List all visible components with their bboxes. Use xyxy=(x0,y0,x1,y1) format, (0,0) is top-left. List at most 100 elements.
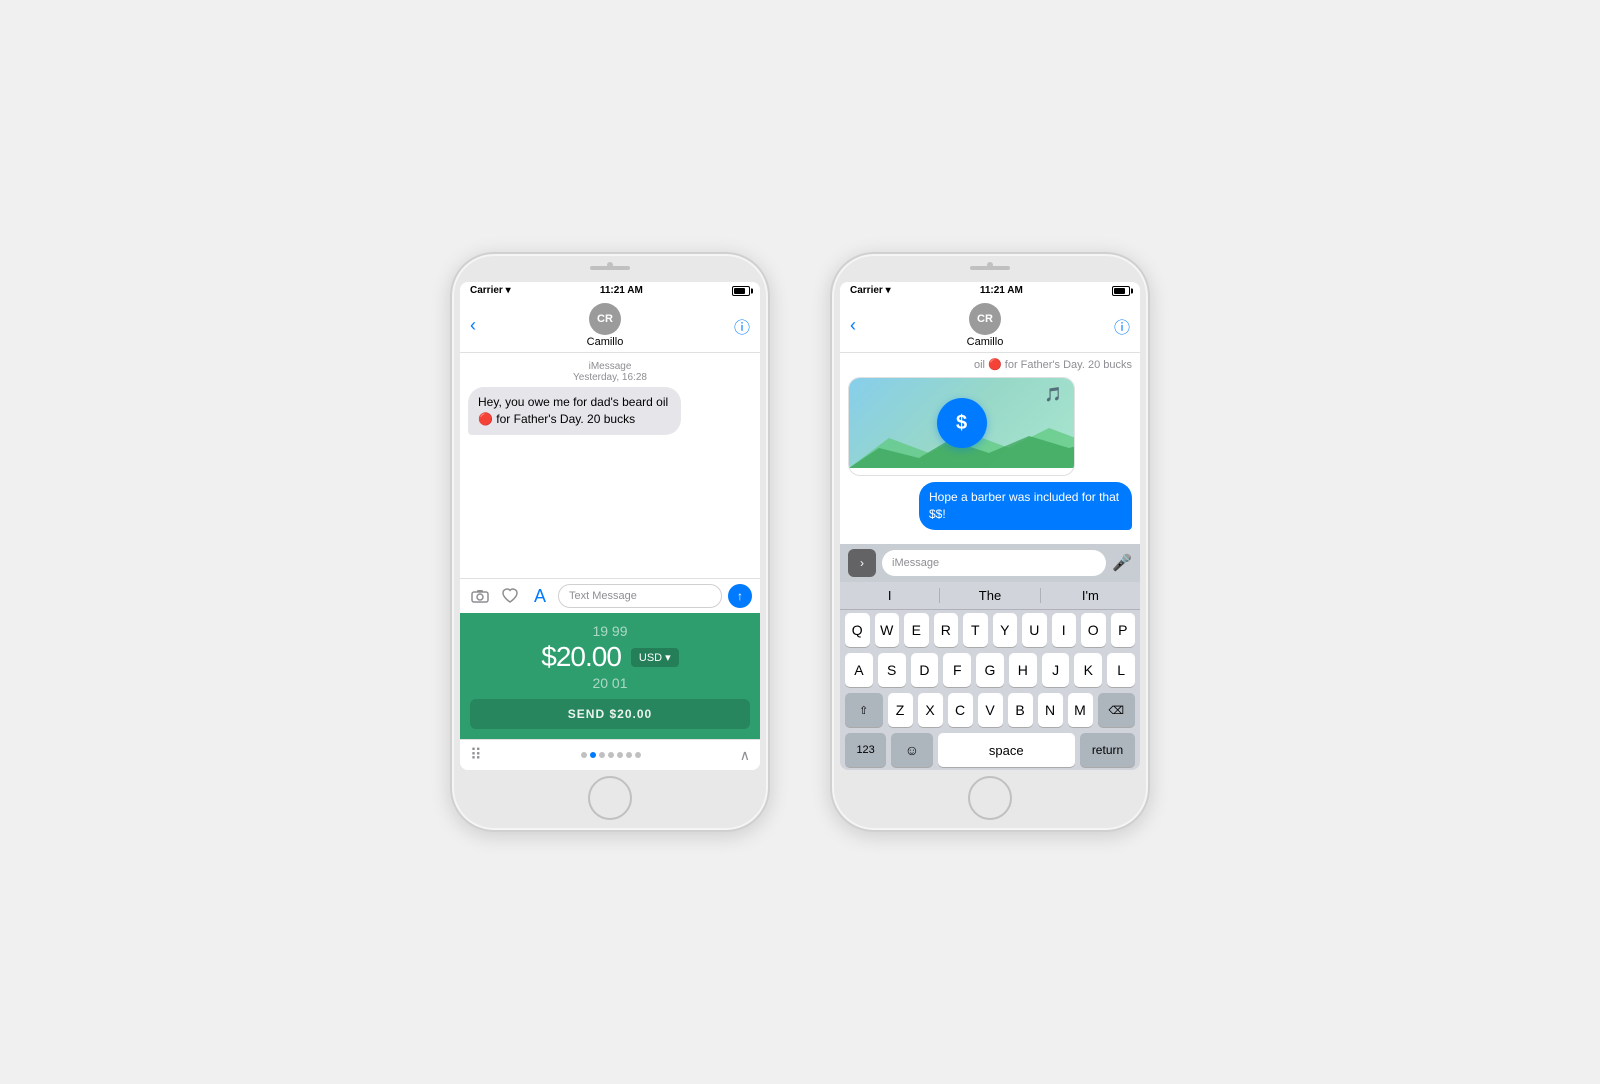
key-123[interactable]: 123 xyxy=(845,733,886,767)
battery-fill-2 xyxy=(1114,288,1125,294)
home-button-2[interactable] xyxy=(968,776,1012,820)
pay-card-image: 🎵 $ xyxy=(849,378,1074,468)
suggestion-i[interactable]: I xyxy=(840,588,940,603)
key-q[interactable]: Q xyxy=(845,613,870,647)
status-bar-2: Carrier ▾ 11:21 AM xyxy=(840,282,1140,299)
message-area-2: oil 🔴 for Father's Day. 20 bucks 🎵 $ xyxy=(840,353,1140,544)
key-t[interactable]: T xyxy=(963,613,988,647)
key-s[interactable]: S xyxy=(878,653,906,687)
input-bar-1: A Text Message ↑ xyxy=(460,578,760,613)
key-row-3: ⇧ Z X C V B N M ⌫ xyxy=(840,690,1140,730)
key-b[interactable]: B xyxy=(1008,693,1033,727)
keyboard-2: Q W E R T Y U I O P A S D F G H J K L xyxy=(840,610,1140,770)
partial-message: oil 🔴 for Father's Day. 20 bucks xyxy=(974,359,1132,371)
key-row-4: 123 ☺ space return xyxy=(840,730,1140,770)
key-w[interactable]: W xyxy=(875,613,900,647)
key-r[interactable]: R xyxy=(934,613,959,647)
received-message-1: Hey, you owe me for dad's beard oil 🔴 fo… xyxy=(468,387,681,435)
nav-bar-2: ‹ CR Camillo ⓘ xyxy=(840,299,1140,353)
battery-icon-1 xyxy=(732,286,750,296)
time-1: 11:21 AM xyxy=(600,285,643,296)
battery-icon-2 xyxy=(1112,286,1130,296)
text-input-1[interactable]: Text Message xyxy=(558,584,722,608)
pay-amount-value: $20.00 xyxy=(541,641,621,673)
back-button-2[interactable]: ‹ xyxy=(850,315,856,336)
chevron-button-2[interactable]: › xyxy=(848,549,876,577)
dot-1 xyxy=(581,752,587,758)
time-2: 11:21 AM xyxy=(980,285,1023,296)
dot-4 xyxy=(608,752,614,758)
nav-center-2: CR Camillo xyxy=(967,303,1004,348)
app-switcher-bar-1: ⠿ ∧ xyxy=(460,739,760,770)
key-z[interactable]: Z xyxy=(888,693,913,727)
mic-icon-2[interactable]: 🎤 xyxy=(1112,553,1132,573)
phone-top-dot xyxy=(607,262,613,268)
keyboard-suggestions: I The I'm xyxy=(840,582,1140,610)
expand-icon[interactable]: ∧ xyxy=(740,747,750,764)
phone-2-top-dot xyxy=(987,262,993,268)
heart-icon-1[interactable] xyxy=(498,584,522,608)
suggestion-the[interactable]: The xyxy=(940,588,1040,603)
key-h[interactable]: H xyxy=(1009,653,1037,687)
dot-7 xyxy=(635,752,641,758)
key-m[interactable]: M xyxy=(1068,693,1093,727)
key-a[interactable]: A xyxy=(845,653,873,687)
info-button-1[interactable]: ⓘ xyxy=(734,314,750,338)
status-bar-1: Carrier ▾ 11:21 AM xyxy=(460,282,760,299)
key-l[interactable]: L xyxy=(1107,653,1135,687)
key-c[interactable]: C xyxy=(948,693,973,727)
home-button-1[interactable] xyxy=(588,776,632,820)
contact-avatar-2: CR xyxy=(969,303,1001,335)
carrier-2: Carrier ▾ xyxy=(850,285,891,296)
key-i[interactable]: I xyxy=(1052,613,1077,647)
camera-icon-1[interactable] xyxy=(468,584,492,608)
key-row-2: A S D F G H J K L xyxy=(840,650,1140,690)
nav-center-1: CR Camillo xyxy=(587,303,624,348)
pay-card-title: Here's $20.00! Tap to pickup. xyxy=(859,474,1064,476)
dot-3 xyxy=(599,752,605,758)
back-button-1[interactable]: ‹ xyxy=(470,315,476,336)
pay-send-button[interactable]: SEND $20.00 xyxy=(470,699,750,729)
sent-message-2: Hope a barber was included for that $$! xyxy=(919,482,1132,530)
key-x[interactable]: X xyxy=(918,693,943,727)
key-space[interactable]: space xyxy=(938,733,1076,767)
key-e[interactable]: E xyxy=(904,613,929,647)
key-k[interactable]: K xyxy=(1074,653,1102,687)
apps-grid-icon[interactable]: ⠿ xyxy=(470,745,482,765)
key-f[interactable]: F xyxy=(943,653,971,687)
app-switcher-dots xyxy=(581,752,641,758)
input-bar-2: › iMessage 🎤 xyxy=(840,544,1140,582)
key-y[interactable]: Y xyxy=(993,613,1018,647)
key-j[interactable]: J xyxy=(1042,653,1070,687)
battery-fill-1 xyxy=(734,288,745,294)
info-button-2[interactable]: ⓘ xyxy=(1114,314,1130,338)
dollar-circle-icon: $ xyxy=(937,398,987,448)
key-g[interactable]: G xyxy=(976,653,1004,687)
key-n[interactable]: N xyxy=(1038,693,1063,727)
key-v[interactable]: V xyxy=(978,693,1003,727)
key-o[interactable]: O xyxy=(1081,613,1106,647)
key-u[interactable]: U xyxy=(1022,613,1047,647)
key-p[interactable]: P xyxy=(1111,613,1136,647)
imessage-input-2[interactable]: iMessage xyxy=(882,550,1106,576)
music-notes-icon: 🎵 xyxy=(1045,386,1062,403)
apps-icon-1[interactable]: A xyxy=(528,584,552,608)
contact-name-2: Camillo xyxy=(967,336,1004,348)
pay-amount-above: 19 99 xyxy=(470,623,750,639)
pay-currency-selector[interactable]: USD ▾ xyxy=(631,648,679,667)
key-shift[interactable]: ⇧ xyxy=(845,693,883,727)
key-row-1: Q W E R T Y U I O P xyxy=(840,610,1140,650)
dot-6 xyxy=(626,752,632,758)
key-emoji[interactable]: ☺ xyxy=(891,733,932,767)
key-d[interactable]: D xyxy=(911,653,939,687)
message-area-1: iMessage Yesterday, 16:28 Hey, you owe m… xyxy=(460,353,760,578)
battery-2 xyxy=(1112,286,1130,296)
pay-card-text: Here's $20.00! Tap to pickup. Sent with … xyxy=(849,468,1074,476)
circle-pay-card[interactable]: 🎵 $ Here's $20.00! Tap to pickup. Sent w… xyxy=(848,377,1075,476)
key-return[interactable]: return xyxy=(1080,733,1135,767)
key-delete[interactable]: ⌫ xyxy=(1098,693,1136,727)
suggestion-im[interactable]: I'm xyxy=(1041,588,1140,603)
imessage-label-1: iMessage Yesterday, 16:28 xyxy=(468,361,752,383)
send-button-1[interactable]: ↑ xyxy=(728,584,752,608)
pay-widget-1: 19 99 $20.00 USD ▾ 20 01 SEND $20.00 xyxy=(460,613,760,739)
